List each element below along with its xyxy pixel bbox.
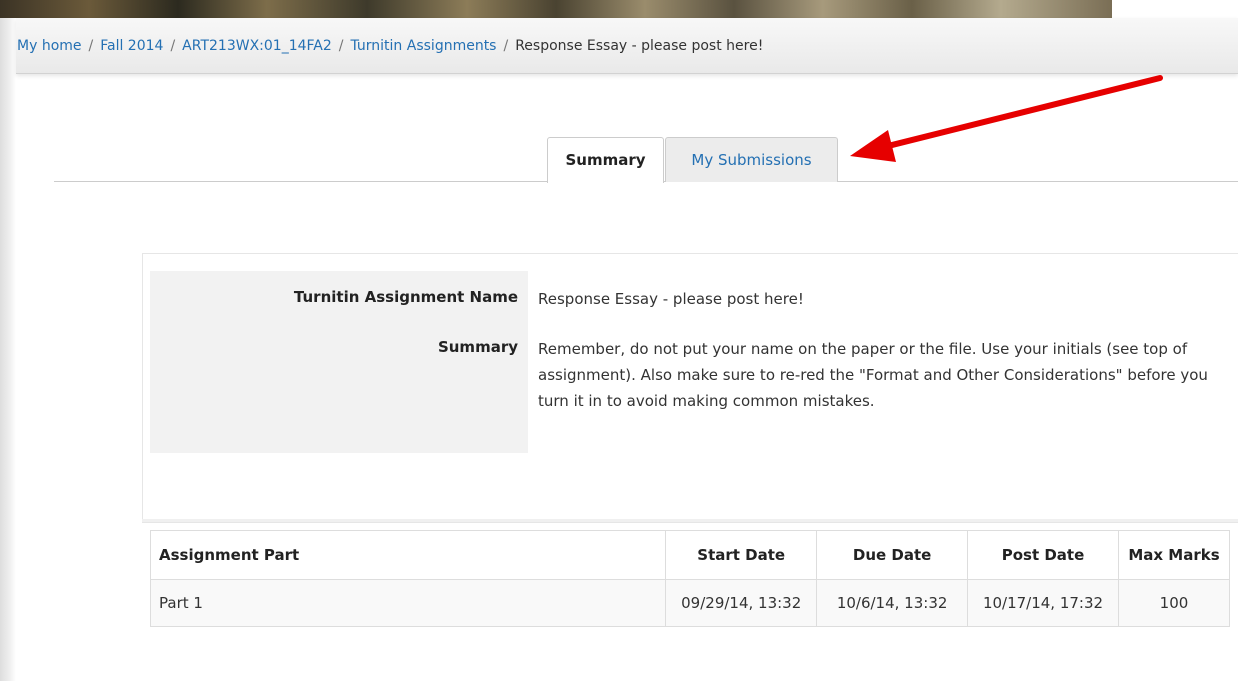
breadcrumb-current: Response Essay - please post here! [515, 38, 764, 54]
column-header-due-date: Due Date [816, 530, 969, 580]
tab-my-submissions[interactable]: My Submissions [665, 137, 838, 182]
cell-due-date: 10/6/14, 13:32 [816, 579, 969, 627]
assignment-name-value: Response Essay - please post here! [538, 290, 804, 308]
breadcrumb-link-my-home[interactable]: My home [17, 38, 82, 54]
breadcrumb-separator: / [503, 38, 509, 54]
header-right-blank [1112, 0, 1238, 18]
breadcrumb-separator: / [88, 38, 94, 54]
column-header-post-date: Post Date [967, 530, 1119, 580]
cell-assignment-part: Part 1 [149, 579, 667, 627]
summary-label: Summary [437, 338, 518, 356]
breadcrumb-separator: / [170, 38, 176, 54]
assignment-name-label: Turnitin Assignment Name [293, 288, 518, 306]
table-row: Part 1 09/29/14, 13:32 10/6/14, 13:32 10… [149, 579, 1231, 627]
breadcrumb-link-course[interactable]: ART213WX:01_14FA2 [182, 38, 332, 54]
cell-post-date: 10/17/14, 17:32 [967, 579, 1119, 627]
breadcrumb-separator: / [338, 38, 344, 54]
assignment-parts-table: Assignment Part Start Date Due Date Post… [149, 530, 1231, 627]
column-header-start-date: Start Date [665, 530, 818, 580]
panel-divider [142, 519, 1238, 522]
cell-max-marks: 100 [1117, 579, 1231, 627]
red-arrow-annotation [850, 75, 1163, 162]
column-header-assignment-part: Assignment Part [149, 530, 667, 580]
left-page-shadow [0, 18, 16, 681]
column-header-max-marks: Max Marks [1117, 530, 1231, 580]
summary-text: Remember, do not put your name on the pa… [538, 340, 1208, 410]
table-header-row: Assignment Part Start Date Due Date Post… [149, 530, 1231, 580]
tab-summary[interactable]: Summary [547, 137, 664, 183]
cell-start-date: 09/29/14, 13:32 [665, 579, 818, 627]
breadcrumb-link-fall-2014[interactable]: Fall 2014 [100, 38, 163, 54]
breadcrumb-link-turnitin-assignments[interactable]: Turnitin Assignments [350, 38, 496, 54]
breadcrumb: My home / Fall 2014 / ART213WX:01_14FA2 / Turn… [17, 36, 763, 56]
page: My home / Fall 2014 / ART213WX:01_14FA2 / Turn… [0, 0, 1238, 681]
header-banner-image [0, 0, 1112, 18]
